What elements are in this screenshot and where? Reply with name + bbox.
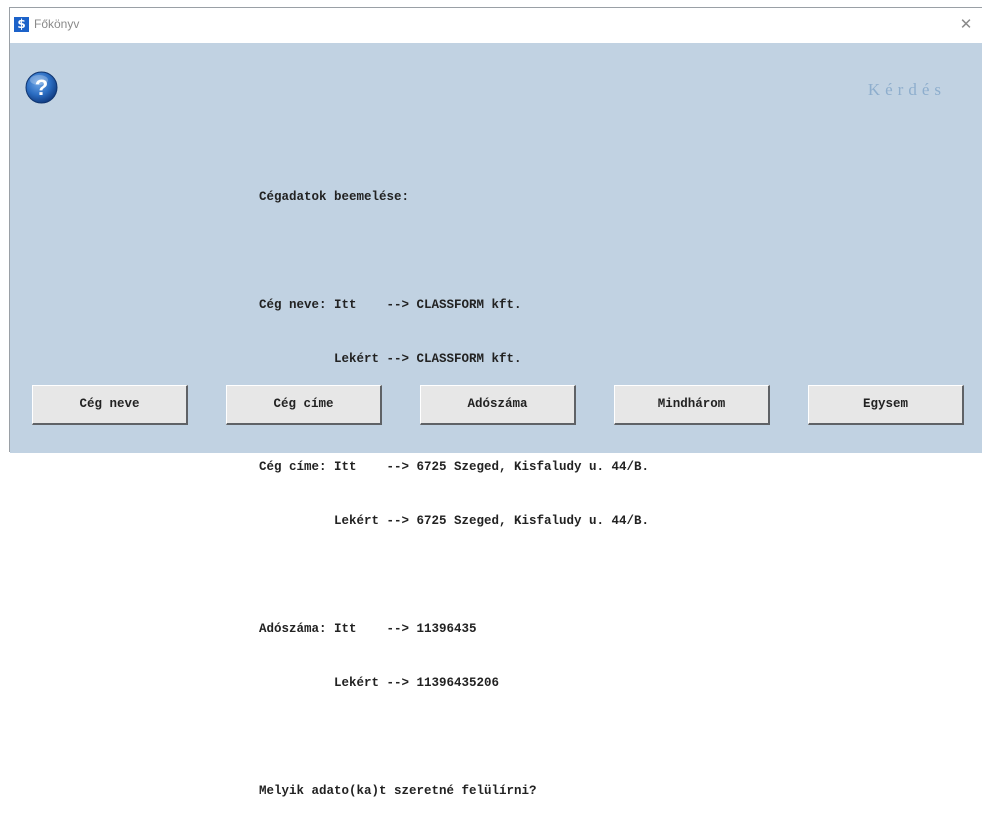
all-three-button[interactable]: Mindhárom [614, 385, 770, 425]
company-name-button[interactable]: Cég neve [32, 385, 188, 425]
close-icon[interactable]: ✕ [956, 14, 976, 34]
message-line: Melyik adato(ka)t szeretné felülírni? [259, 784, 537, 798]
dialog-window: $ Főkönyv ✕ ? Kérdés Cégadatok beemelése… [9, 7, 982, 798]
message-line [259, 566, 649, 584]
message-line: Lekért --> CLASSFORM kft. [259, 352, 522, 366]
company-address-button[interactable]: Cég címe [226, 385, 382, 425]
message-line: Cég neve: Itt --> CLASSFORM kft. [259, 298, 522, 312]
message-text: Cégadatok beemelése: Cég neve: Itt --> C… [259, 152, 649, 836]
message-line: Cégadatok beemelése: [259, 190, 410, 204]
header-label: Kérdés [867, 80, 946, 99]
dialog-body: ? Kérdés Cégadatok beemelése: Cég neve: … [10, 43, 982, 798]
svg-text:?: ? [35, 75, 48, 100]
message-line: Adószáma: Itt --> 11396435 [259, 622, 477, 636]
message-line: Lekért --> 11396435206 [259, 676, 500, 690]
message-line: Lekért --> 6725 Szeged, Kisfaludy u. 44/… [259, 514, 650, 528]
message-line [259, 728, 649, 746]
message-line [259, 242, 649, 260]
message-line: Cég címe: Itt --> 6725 Szeged, Kisfaludy… [259, 460, 650, 474]
title-bar: $ Főkönyv ✕ [10, 8, 982, 42]
window-title: Főkönyv [34, 17, 80, 31]
tax-number-button[interactable]: Adószáma [420, 385, 576, 425]
app-dollar-icon: $ [14, 17, 29, 32]
question-icon: ? [25, 71, 58, 104]
none-button[interactable]: Egysem [808, 385, 964, 425]
